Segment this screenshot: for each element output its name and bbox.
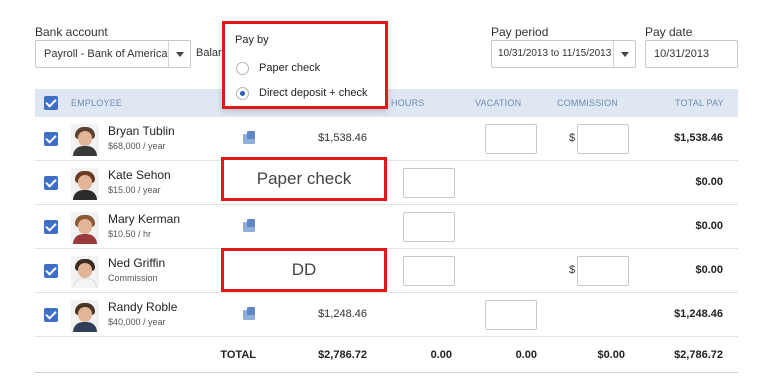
chevron-down-icon <box>613 41 635 67</box>
dd-callout: DD <box>221 248 387 292</box>
total-vacation: 0.00 <box>515 349 537 361</box>
total-pay: $1,538.46 <box>674 132 723 144</box>
direct-deposit-option-label[interactable]: Direct deposit + check <box>259 87 368 99</box>
pay-period-select[interactable]: 10/31/2013 to 11/15/2013 <box>491 40 636 68</box>
commission-input[interactable] <box>577 124 629 154</box>
total-pay: $0.00 <box>695 220 723 232</box>
pay-date-value: 10/31/2013 <box>654 48 710 60</box>
paper-check-callout-text: Paper check <box>256 169 352 188</box>
totals-row: TOTAL $2,786.72 0.00 0.00 $0.00 $2,786.7… <box>35 337 738 373</box>
avatar <box>71 256 99 288</box>
commission-dollar: $ <box>569 264 576 276</box>
total-pay: $1,248.46 <box>674 308 723 320</box>
avatar <box>71 300 99 332</box>
salary-amount: $1,248.46 <box>318 308 367 320</box>
pay-date-label: Pay date <box>645 25 693 39</box>
row-checkbox[interactable] <box>44 308 58 322</box>
pay-period-label: Pay period <box>491 25 549 39</box>
column-hours[interactable]: HOURS <box>391 98 425 108</box>
total-pay: $0.00 <box>695 264 723 276</box>
column-employee[interactable]: EMPLOYEE <box>71 98 122 108</box>
employee-name[interactable]: Mary Kerman <box>108 212 180 226</box>
hours-input[interactable] <box>403 168 455 198</box>
avatar <box>71 212 99 244</box>
avatar <box>71 124 99 156</box>
commission-dollar: $ <box>569 132 576 144</box>
paper-check-radio[interactable] <box>236 62 249 75</box>
bank-account-value: Payroll - Bank of America <box>44 48 168 60</box>
salary-amount: $1,538.46 <box>318 132 367 144</box>
direct-deposit-icon[interactable] <box>243 307 257 321</box>
column-vacation[interactable]: VACATION <box>475 98 521 108</box>
employee-rate: $40,000 / year <box>108 317 166 327</box>
total-pay-sum: $2,786.72 <box>674 349 723 361</box>
employee-name[interactable]: Ned Griffin <box>108 256 165 270</box>
avatar <box>71 168 99 200</box>
row-checkbox[interactable] <box>44 264 58 278</box>
vacation-input[interactable] <box>485 300 537 330</box>
employee-name[interactable]: Randy Roble <box>108 300 177 314</box>
bank-account-select[interactable]: Payroll - Bank of America <box>35 40 191 68</box>
pay-by-popup: Pay by Paper check Direct deposit + chec… <box>222 21 388 109</box>
row-checkbox[interactable] <box>44 220 58 234</box>
column-commission[interactable]: COMMISSION <box>557 98 618 108</box>
table-row: Mary Kerman $10.50 / hr $0.00 <box>35 205 738 249</box>
total-pay: $0.00 <box>695 176 723 188</box>
pay-period-value: 10/31/2013 to 11/15/2013 <box>498 48 612 59</box>
paper-check-callout: Paper check <box>221 157 387 201</box>
bank-account-label: Bank account <box>35 25 108 39</box>
dd-callout-text: DD <box>291 260 317 279</box>
table-row: Randy Roble $40,000 / year $1,248.46 $1,… <box>35 293 738 337</box>
paper-check-option-label[interactable]: Paper check <box>259 62 320 74</box>
employee-rate: Commission <box>108 273 158 283</box>
employee-rate: $10.50 / hr <box>108 229 152 239</box>
vacation-input[interactable] <box>485 124 537 154</box>
total-hours: 0.00 <box>430 349 452 361</box>
total-commission: $0.00 <box>597 349 625 361</box>
employee-name[interactable]: Bryan Tublin <box>108 124 175 138</box>
employee-rate: $68,000 / year <box>108 141 166 151</box>
chevron-down-icon <box>168 41 190 67</box>
hours-input[interactable] <box>403 212 455 242</box>
pay-by-title: Pay by <box>235 34 269 46</box>
employee-rate: $15.00 / year <box>108 185 161 195</box>
column-total-pay[interactable]: TOTAL PAY <box>675 98 724 108</box>
direct-deposit-icon[interactable] <box>243 131 257 145</box>
row-checkbox[interactable] <box>44 132 58 146</box>
table-row: Bryan Tublin $68,000 / year $1,538.46 $ … <box>35 117 738 161</box>
employee-name[interactable]: Kate Sehon <box>108 168 171 182</box>
commission-input[interactable] <box>577 256 629 286</box>
select-all-checkbox[interactable] <box>44 96 58 110</box>
row-checkbox[interactable] <box>44 176 58 190</box>
balance-label: Balar <box>196 47 222 59</box>
hours-input[interactable] <box>403 256 455 286</box>
direct-deposit-icon[interactable] <box>243 219 257 233</box>
total-salary: $2,786.72 <box>318 349 367 361</box>
direct-deposit-radio[interactable] <box>236 87 249 100</box>
pay-date-input[interactable]: 10/31/2013 <box>645 40 738 68</box>
total-label: TOTAL <box>220 349 256 361</box>
